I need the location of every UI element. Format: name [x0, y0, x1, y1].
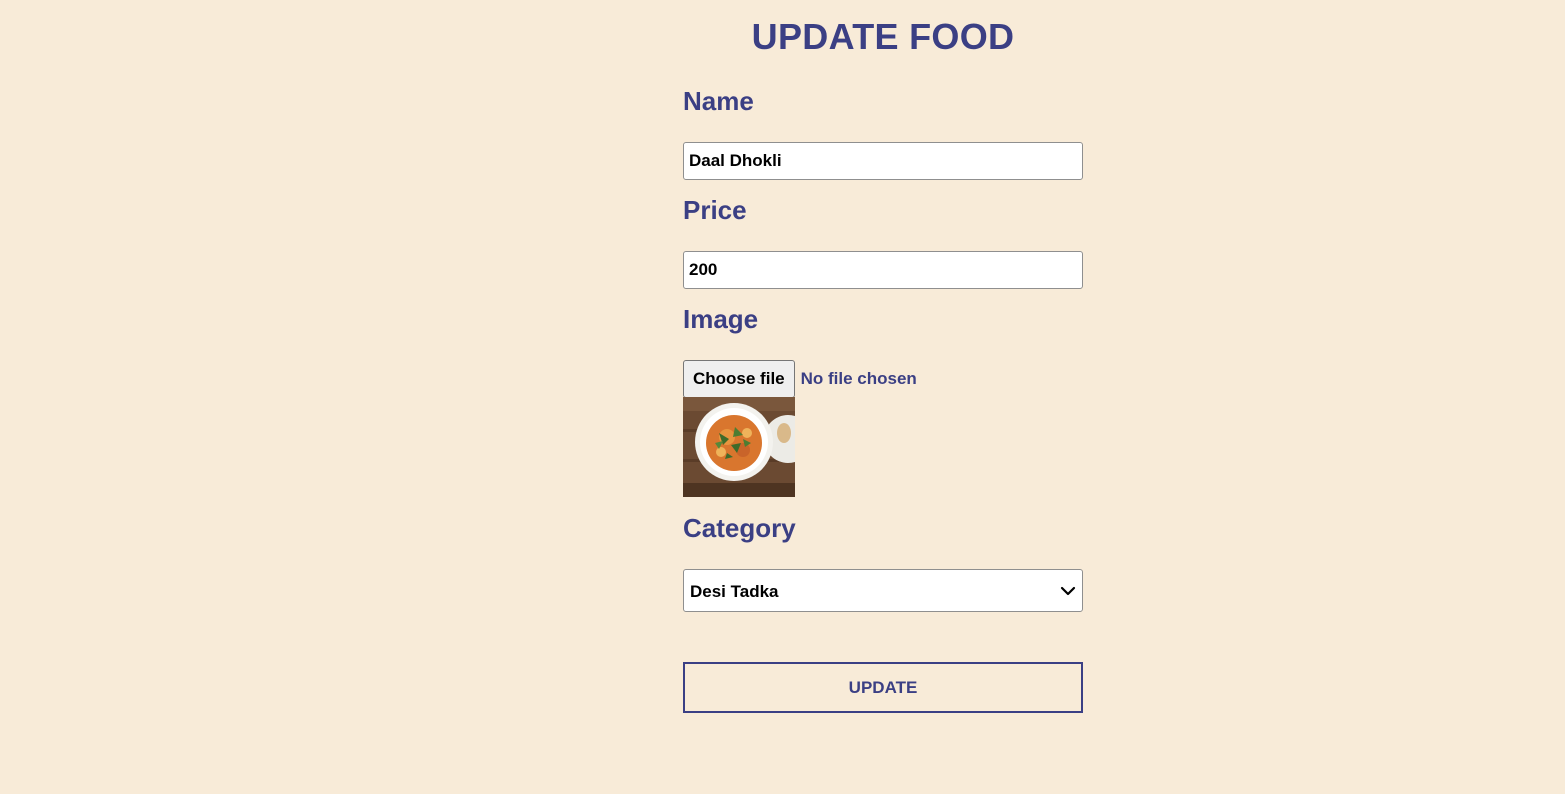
price-input[interactable]: [683, 251, 1083, 289]
category-label: Category: [683, 513, 796, 543]
file-status-text: No file chosen: [800, 369, 917, 388]
price-label: Price: [683, 195, 747, 225]
name-label: Name: [683, 86, 754, 116]
category-selected-value: Desi Tadka: [690, 582, 779, 601]
choose-file-button[interactable]: Choose file: [683, 360, 795, 398]
food-image-preview: [683, 397, 795, 497]
chevron-down-icon: [1060, 586, 1076, 596]
update-button[interactable]: UPDATE: [683, 662, 1083, 713]
file-input: Choose file No file chosen: [683, 360, 917, 398]
category-select[interactable]: Desi Tadka: [683, 569, 1083, 612]
image-label: Image: [683, 304, 759, 334]
page-title: UPDATE FOOD: [751, 16, 1015, 57]
name-input[interactable]: [683, 142, 1083, 180]
